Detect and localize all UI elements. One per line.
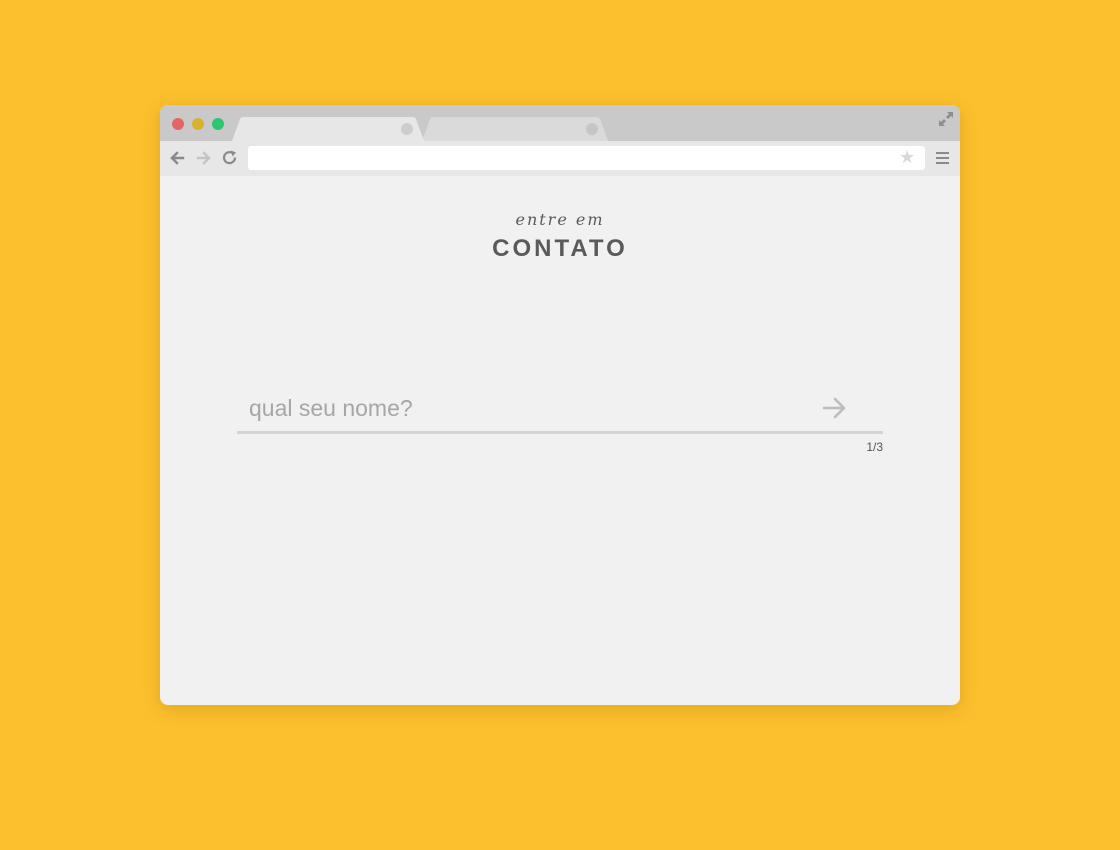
browser-window: ★ entre em CONTATO 1/3 [160,105,960,705]
tab-close-icon[interactable] [401,123,413,135]
page-subtitle: entre em [515,210,605,229]
contact-form-step [237,386,883,430]
step-counter: 1/3 [866,440,883,454]
address-bar[interactable] [248,146,925,170]
expand-icon[interactable] [938,111,954,127]
next-arrow-icon[interactable] [822,396,848,420]
minimize-window-button[interactable] [192,118,204,130]
browser-toolbar: ★ [160,141,960,176]
tab-close-icon[interactable] [586,123,598,135]
browser-titlebar [160,105,960,141]
name-input[interactable] [237,386,817,430]
page-title: CONTATO [492,235,628,262]
hamburger-menu-icon[interactable] [936,152,949,164]
close-window-button[interactable] [172,118,184,130]
arrow-left-icon[interactable] [169,150,185,166]
reload-icon[interactable] [222,150,238,166]
maximize-window-button[interactable] [212,118,224,130]
page-content: entre em CONTATO 1/3 [160,176,960,705]
tab-shape [422,117,608,141]
browser-tab-active[interactable] [232,117,428,141]
tab-shape [232,117,424,141]
input-underline [237,431,883,434]
star-icon[interactable]: ★ [899,149,915,167]
arrow-right-icon[interactable] [196,150,212,166]
browser-tab-inactive[interactable] [422,117,612,141]
